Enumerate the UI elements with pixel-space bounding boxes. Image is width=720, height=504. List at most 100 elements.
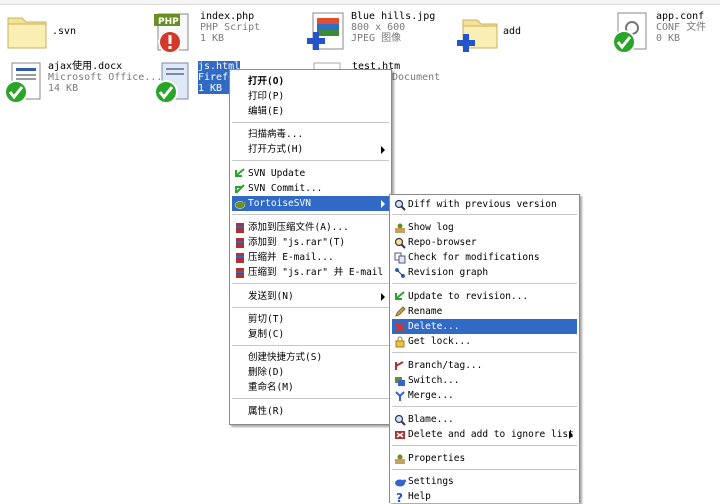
blame-icon — [394, 414, 406, 426]
help-icon: ? — [396, 491, 403, 503]
file-name: Blue hills.jpg — [351, 11, 436, 22]
menu-item-label: 删除(D) — [248, 367, 285, 378]
context-menu: 打开(O) 打印(P) 编辑(E) 扫描病毒... 打开方式(H) SVN Up… — [229, 69, 392, 425]
menu-item-label: Show log — [408, 222, 454, 233]
file-type: Microsoft Office... — [48, 72, 163, 83]
winrar-icon — [236, 223, 244, 233]
switch-icon — [395, 377, 405, 386]
menu-item-compress-email[interactable]: 压缩并 E-mail... — [232, 250, 389, 265]
menu-item-label: Repo-browser — [408, 237, 477, 248]
winrar-icon — [236, 268, 244, 278]
menu-item-label: Update to revision... — [408, 291, 529, 302]
menu-item-send-to[interactable]: 发送到(N) — [232, 289, 389, 304]
file-blue-hills-jpg[interactable]: Blue hills.jpg 800 x 600 JPEG 图像 — [303, 10, 443, 56]
file-app-conf[interactable]: app.conf CONF 文件 0 KB — [608, 10, 720, 56]
menu-item-label: 打印(P) — [248, 91, 285, 102]
submenu-arrow-icon — [381, 200, 385, 208]
pencil-icon — [395, 306, 406, 317]
menu-item-repo-browser[interactable]: Repo-browser — [392, 235, 577, 250]
menu-item-print[interactable]: 打印(P) — [232, 89, 389, 104]
menu-item-diff-previous[interactable]: Diff with previous version — [392, 197, 577, 212]
menu-item-label: Merge... — [408, 390, 454, 401]
menu-item-revision-graph[interactable]: Revision graph — [392, 265, 577, 280]
menu-item-update-to-revision[interactable]: Update to revision... — [392, 289, 577, 304]
menu-item-label: 属性(R) — [248, 406, 285, 417]
conf-file-normal-icon — [612, 12, 647, 54]
menu-separator — [392, 406, 577, 407]
file-type: JPEG 图像 — [351, 33, 402, 44]
menu-item-add-to-archive[interactable]: 添加到压缩文件(A)... — [232, 220, 389, 235]
menu-item-create-shortcut[interactable]: 创建快捷方式(S) — [232, 350, 389, 365]
menu-item-delete-svn[interactable]: Delete... — [392, 319, 577, 334]
menu-item-delete-add-ignore[interactable]: Delete and add to ignore list — [392, 427, 577, 442]
menu-separator — [232, 214, 389, 215]
menu-item-label: SVN Update — [248, 168, 306, 179]
svg-text:?: ? — [396, 491, 403, 503]
update-revision-icon — [395, 291, 405, 300]
winrar-icon — [236, 238, 244, 248]
branch-icon — [395, 361, 404, 370]
html-file-normal-icon — [154, 62, 189, 104]
menu-item-switch[interactable]: Switch... — [392, 373, 577, 388]
file-svn-folder[interactable]: .svn — [4, 8, 124, 54]
svg-text:PHP: PHP — [158, 17, 179, 27]
menu-item-label: Switch... — [408, 375, 460, 386]
menu-item-properties-svn[interactable]: Properties — [392, 451, 577, 466]
menu-item-label: 扫描病毒... — [248, 129, 304, 140]
file-name: app.conf — [656, 11, 705, 22]
submenu-arrow-icon — [381, 293, 385, 301]
menu-item-delete[interactable]: 删除(D) — [232, 365, 389, 380]
menu-item-copy[interactable]: 复制(C) — [232, 327, 389, 342]
menu-item-svn-update[interactable]: SVN Update — [232, 166, 389, 181]
menu-item-label: Properties — [408, 453, 466, 464]
menu-item-add-to-js-rar[interactable]: 添加到 "js.rar"(T) — [232, 235, 389, 250]
menu-item-cut[interactable]: 剪切(T) — [232, 312, 389, 327]
revision-graph-icon — [395, 268, 405, 278]
menu-separator — [232, 398, 389, 399]
menu-item-label: 打开(O) — [248, 76, 285, 87]
menu-item-label: 添加到 "js.rar"(T) — [248, 237, 346, 248]
delete-x-icon — [395, 322, 405, 332]
menu-separator — [232, 122, 389, 123]
menu-item-label: 编辑(E) — [248, 106, 285, 117]
window-top-edge — [0, 0, 720, 5]
properties-icon — [395, 454, 405, 464]
menu-item-scan-virus[interactable]: 扫描病毒... — [232, 127, 389, 142]
menu-item-get-lock[interactable]: Get lock... — [392, 334, 577, 349]
menu-item-label: 添加到压缩文件(A)... — [248, 222, 349, 233]
menu-item-show-log[interactable]: Show log — [392, 220, 577, 235]
menu-item-blame[interactable]: Blame... — [392, 412, 577, 427]
menu-item-label: Diff with previous version — [408, 199, 557, 210]
menu-item-label: 剪切(T) — [248, 314, 285, 325]
menu-separator — [392, 469, 577, 470]
menu-item-settings[interactable]: Settings — [392, 474, 577, 489]
menu-item-label: Delete... — [408, 321, 460, 332]
menu-item-merge[interactable]: Merge... — [392, 388, 577, 403]
menu-item-rename[interactable]: 重命名(M) — [232, 380, 389, 395]
menu-item-label: 创建快捷方式(S) — [248, 352, 323, 363]
file-add-folder[interactable]: add — [455, 12, 575, 58]
menu-item-properties[interactable]: 属性(R) — [232, 404, 389, 419]
menu-item-label: 发送到(N) — [248, 291, 294, 302]
menu-separator — [232, 345, 389, 346]
menu-item-label: 打开方式(H) — [248, 144, 304, 155]
menu-item-rename-svn[interactable]: Rename — [392, 304, 577, 319]
file-size: 0 KB — [656, 33, 681, 44]
menu-item-open-with[interactable]: 打开方式(H) — [232, 142, 389, 157]
menu-item-edit[interactable]: 编辑(E) — [232, 104, 389, 119]
menu-item-branch-tag[interactable]: Branch/tag... — [392, 358, 577, 373]
menu-separator — [392, 283, 577, 284]
folder-added-icon — [457, 19, 498, 52]
file-name: index.php — [200, 11, 255, 22]
file-index-php[interactable]: PHP index.php PHP Script 1 KB — [152, 10, 292, 56]
menu-item-compress-js-rar-email[interactable]: 压缩到 "js.rar" 并 E-mail — [232, 265, 389, 280]
menu-item-open[interactable]: 打开(O) — [232, 74, 389, 89]
file-ajax-docx[interactable]: ajax使用.docx Microsoft Office... 14 KB — [0, 60, 162, 106]
menu-item-label: 压缩到 "js.rar" 并 E-mail — [248, 267, 384, 278]
file-size: 1 KB — [200, 33, 225, 44]
file-js-html[interactable]: js.html Firefo 1 KB — [150, 60, 241, 106]
menu-item-tortoisesvn[interactable]: TortoiseSVN — [232, 196, 389, 211]
menu-item-svn-commit[interactable]: SVN Commit... — [232, 181, 389, 196]
check-modifications-icon — [394, 252, 406, 264]
menu-item-check-modifications[interactable]: Check for modifications — [392, 250, 577, 265]
